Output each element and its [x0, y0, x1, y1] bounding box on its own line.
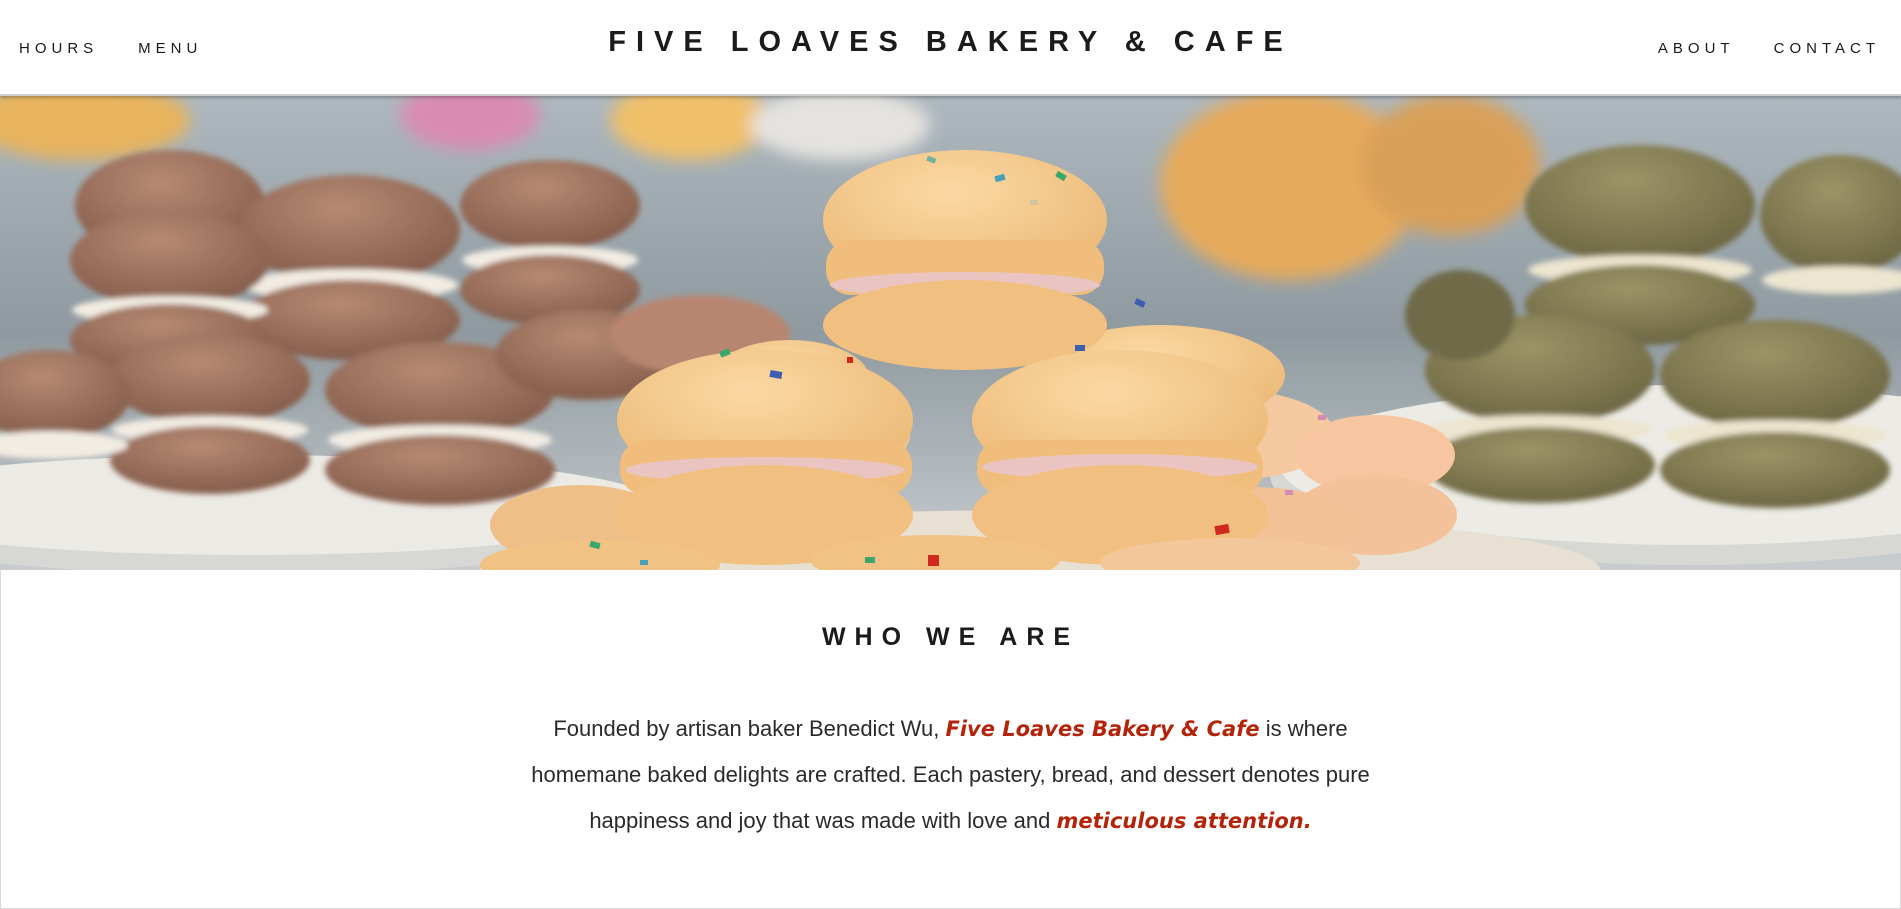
nav-right: ABOUT CONTACT	[1658, 40, 1880, 57]
macarons-illustration	[0, 95, 1901, 570]
section-title-who-we-are: WHO WE ARE	[821, 622, 1080, 651]
site-header: HOURS MENU FIVE LOAVES BAKERY & CAFE ABO…	[0, 0, 1901, 96]
site-title[interactable]: FIVE LOAVES BAKERY & CAFE	[0, 26, 1901, 59]
about-text-part-1: Founded by artisan baker Benedict Wu,	[553, 716, 946, 741]
hero-image	[0, 95, 1901, 570]
brand-highlight: Five Loaves Bakery & Cafe	[945, 717, 1260, 741]
nav-about-link[interactable]: ABOUT	[1658, 40, 1735, 57]
attention-highlight: meticulous attention.	[1056, 809, 1312, 833]
nav-contact-link[interactable]: CONTACT	[1774, 40, 1880, 57]
about-paragraph: Founded by artisan baker Benedict Wu, Fi…	[500, 706, 1401, 844]
